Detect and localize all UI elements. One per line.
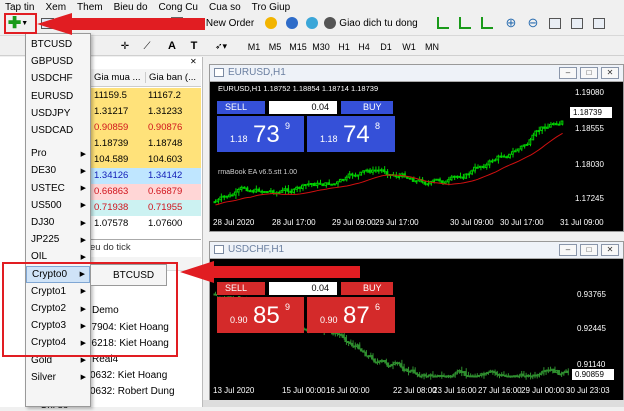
annotation-arrows bbox=[37, 13, 360, 283]
arrow-to-crypto bbox=[180, 261, 360, 283]
arrow-to-new-chart bbox=[37, 13, 205, 35]
